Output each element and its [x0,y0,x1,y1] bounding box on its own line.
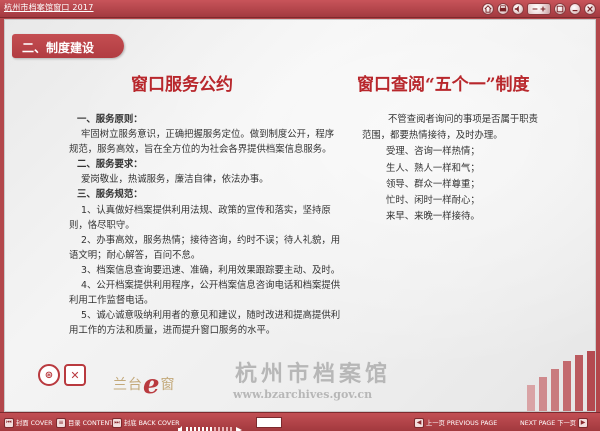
first-page-icon: ⏮ [4,417,14,428]
paragraph-line: 范围，都要热情接待，及时办理。 [362,130,503,142]
paragraph-line: 利用工作监督电话。 [69,295,154,307]
paragraph-line: 不管查阅者询问的事项是否属于职责 [388,114,539,125]
heading: 一、服务原则： [77,114,143,125]
front-cover-label: 封面 COVER [16,420,53,427]
contents-icon: ≡ [56,417,66,428]
zoom-control[interactable] [527,3,551,15]
volume-bars-icon [178,426,242,431]
next-arrow-icon: ▶ [578,417,589,428]
section-label: 二、制度建设 [22,41,95,55]
previous-arrow-icon: ◀ [414,417,424,428]
lantai-echuang-logo: 兰台e窗 [113,366,176,400]
home-icon[interactable] [482,3,494,15]
close-icon[interactable] [584,3,596,15]
archive-logo-icon: ✕ [64,364,86,386]
list-item: 领导、群众一样尊重； [386,178,480,190]
front-cover-button[interactable]: ⏮ 封面 COVER [4,416,53,429]
book-page: 二、制度建设 窗口服务公约 窗口查阅“五个一”制度 一、服务原则： 牢固树立服务… [4,19,596,412]
back-cover-label: 封底 BACK COVER [124,420,180,427]
five-ones-text: 不管查阅者询问的事项是否属于职责 范围，都要热情接待，及时办理。 受理、咨询一样… [362,112,572,225]
branding-footer: ⊛ ✕ 兰台e窗 杭州市档案馆 www.bzarchives.gov.cn [5,340,595,411]
heading: 二、服务要求： [77,159,143,171]
archive-url: www.bzarchives.gov.cn [233,388,373,401]
heading: 三、服务规范： [77,189,143,201]
next-page-button[interactable]: NEXT PAGE 下一页 ▶ [520,416,589,429]
archive-seal-icon: ⊛ [38,364,60,386]
right-column-title: 窗口查阅“五个一”制度 [357,75,530,95]
service-convention-text: 一、服务原则： 牢固树立服务意识，正确把握服务定位。做到制度公开，程序 规范，服… [69,112,359,338]
volume-slider[interactable] [178,419,244,431]
list-item: 受理、咨询一样热情； [386,146,480,158]
window-title: 杭州市档案馆窗口 2017 [4,3,94,12]
fullscreen-icon[interactable] [554,3,566,15]
previous-page-button[interactable]: ◀ 上一页 PREVIOUS PAGE [414,416,497,429]
paragraph-line: 语文明；耐心解答，百问不怠。 [69,249,201,261]
paragraph-line: 4、公开档案提供利用程序，公开档案信息咨询电话和档案提供 [81,280,341,292]
section-header: 二、制度建设 [12,34,124,58]
paragraph-line: 3、档案信息查询要迅速、准确，利用效果跟踪要主动、及时。 [81,264,341,276]
window-controls [482,2,596,16]
bottom-toolbar: ⏮ 封面 COVER ≡ 目录 CONTENTS ⏭ 封底 BACK COVER [0,412,600,431]
paragraph-line: 则，恪尽职守。 [69,219,135,231]
paragraph-line: 5、诚心诚意吸纳利用者的意见和建议，随时改进和提高提供利 [81,310,341,322]
archive-name: 杭州市档案馆 [235,361,392,387]
paragraph-line: 爱岗敬业，热诚服务，廉洁自律，依法办事。 [81,174,269,186]
print-icon[interactable] [497,3,509,15]
paragraph-line: 用工作的方法和质量，进而提升窗口服务的水平。 [69,325,276,337]
title-bar: 杭州市档案馆窗口 2017 [0,0,600,18]
paragraph-line: 2、办事高效，服务热情；接待咨询，约时不误；待人礼貌，用 [81,234,341,246]
last-page-icon: ⏭ [112,417,122,428]
paragraph-line: 牢固树立服务意识，正确把握服务定位。做到制度公开，程序 [81,129,335,141]
next-page-label: NEXT PAGE 下一页 [520,420,577,427]
contents-button[interactable]: ≡ 目录 CONTENTS [56,416,117,429]
previous-page-label: 上一页 PREVIOUS PAGE [426,420,498,427]
list-item: 来早、来晚一样接待。 [386,211,480,223]
lantai-prefix: 兰台 [113,377,143,393]
lantai-e: e [143,370,161,400]
list-item: 生人、熟人一样和气； [386,162,480,174]
lantai-suffix: 窗 [160,377,176,393]
list-item: 忙时、闲时一样耐心； [386,195,480,207]
back-cover-button[interactable]: ⏭ 封底 BACK COVER [112,416,180,429]
minimize-icon[interactable] [569,3,581,15]
contents-label: 目录 CONTENTS [68,420,118,427]
left-column-title: 窗口服务公约 [131,75,233,95]
paragraph-line: 1、认真做好档案提供利用法规、政策的宣传和落实，坚持原 [81,204,331,216]
sound-icon[interactable] [512,3,524,15]
paragraph-line: 规范，服务高效，旨在全方位的为社会各界提供档案信息服务。 [69,144,332,156]
decorative-bars-icon [527,351,595,411]
page-number-field[interactable] [256,417,282,428]
